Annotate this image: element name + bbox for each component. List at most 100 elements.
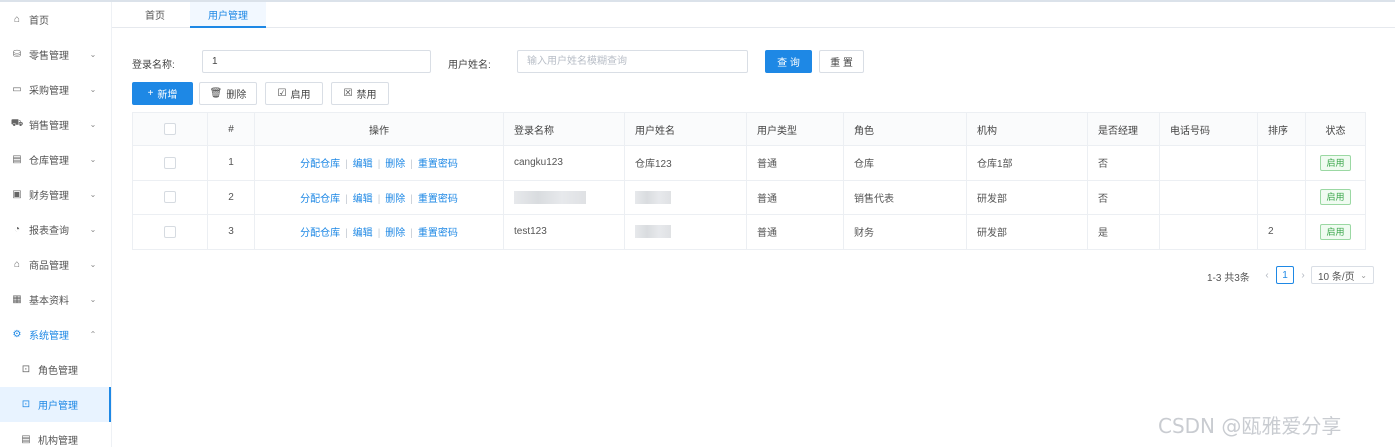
page-number-button[interactable]: 1: [1276, 266, 1294, 284]
table-row: 2 分配仓库 | 编辑 | 删除 | 重置密码 普通 销售代表 研发部 否 启用: [132, 179, 1366, 216]
edit-link[interactable]: 编辑: [353, 194, 373, 205]
login-name-cell: [503, 179, 625, 216]
row-checkbox[interactable]: [164, 225, 176, 238]
sidebar: ⌂ 首页 ⛁ 零售管理 ⌄ ▭ 采购管理 ⌄ ⛟ 销售管理 ⌄ ▤ 仓库管理 ⌄…: [0, 2, 112, 447]
sidebar-item-label: 角色管理: [38, 366, 78, 377]
user-name-cell: 仓库123: [624, 145, 747, 181]
select-all-cell: [132, 112, 208, 146]
sidebar-item-purchase[interactable]: ▭ 采购管理 ⌄: [0, 72, 111, 107]
assign-warehouse-link[interactable]: 分配仓库: [300, 228, 340, 239]
row-actions: 分配仓库 | 编辑 | 删除 | 重置密码: [254, 179, 504, 216]
login-name-label: 登录名称:: [132, 60, 175, 71]
org-cell: 研发部: [966, 179, 1088, 216]
sidebar-item-user[interactable]: ⊡ 用户管理: [0, 387, 111, 422]
column-header: 状态: [1305, 112, 1366, 146]
column-header: #: [207, 112, 255, 146]
sidebar-item-label: 基本资料: [29, 296, 69, 307]
sidebar-item-retail[interactable]: ⛁ 零售管理 ⌄: [0, 37, 111, 72]
delete-link[interactable]: 删除: [385, 194, 405, 205]
sidebar-item-org[interactable]: ▤ 机构管理: [0, 422, 111, 447]
divider: |: [410, 228, 413, 240]
column-header: 操作: [254, 112, 504, 146]
sidebar-item-warehouse[interactable]: ▤ 仓库管理 ⌄: [0, 142, 111, 177]
warehouse-icon: ▤: [12, 154, 22, 165]
divider: |: [345, 159, 348, 171]
tab-home[interactable]: 首页: [130, 2, 180, 27]
login-name-cell: cangku123: [503, 145, 625, 181]
delete-button[interactable]: 🗑 删除: [199, 82, 257, 105]
divider: |: [345, 193, 348, 205]
sidebar-item-home[interactable]: ⌂ 首页: [0, 2, 111, 37]
manager-cell: 否: [1087, 145, 1160, 181]
reset-password-link[interactable]: 重置密码: [418, 194, 458, 205]
query-button[interactable]: 查 询: [765, 50, 812, 73]
sidebar-item-label: 报表查询: [29, 226, 69, 237]
row-checkbox[interactable]: [164, 156, 176, 169]
chevron-down-icon: ⌄: [89, 260, 97, 269]
user-name-cell: [624, 214, 747, 250]
role-icon: ⊡: [21, 364, 31, 375]
manager-cell: 否: [1087, 179, 1160, 216]
home-icon: ⌂: [13, 14, 21, 25]
sidebar-item-basic-data[interactable]: ▦ 基本资料 ⌄: [0, 282, 111, 317]
chevron-down-icon: ⌄: [89, 225, 97, 234]
enable-button[interactable]: ☑ 启用: [265, 82, 323, 105]
assign-warehouse-link[interactable]: 分配仓库: [300, 194, 340, 205]
finance-icon: ▣: [12, 189, 22, 200]
chevron-down-icon: ⌄: [89, 295, 97, 304]
delete-link[interactable]: 删除: [385, 228, 405, 239]
sidebar-item-label: 仓库管理: [29, 156, 69, 167]
username-input[interactable]: [517, 50, 748, 73]
phone-cell: [1159, 179, 1258, 216]
status-cell: 启用: [1305, 214, 1366, 250]
select-all-checkbox[interactable]: [164, 123, 176, 135]
row-select-cell: [132, 179, 208, 216]
user-type-cell: 普通: [746, 145, 844, 181]
tab-bar: 首页 用户管理: [112, 2, 1395, 28]
chevron-down-icon: ⌄: [1360, 270, 1367, 280]
user-name-cell: [624, 179, 747, 216]
sidebar-item-role[interactable]: ⊡ 角色管理: [0, 352, 111, 387]
disable-button[interactable]: ☒ 禁用: [331, 82, 389, 105]
prev-page-icon[interactable]: ‹: [1260, 266, 1274, 284]
table-row: 1 分配仓库 | 编辑 | 删除 | 重置密码 cangku123 仓库123 普通 仓库 …: [132, 145, 1366, 181]
page-size-select[interactable]: 10 条/页 ⌄: [1311, 266, 1374, 284]
retail-icon: ⛁: [12, 49, 22, 60]
divider: |: [345, 228, 348, 240]
status-badge: 启用: [1320, 189, 1351, 206]
edit-link[interactable]: 编辑: [353, 159, 373, 170]
login-name-input[interactable]: [202, 50, 431, 73]
org-cell: 仓库1部: [966, 145, 1088, 181]
sidebar-item-system[interactable]: ⚙ 系统管理 ⌃: [0, 317, 111, 352]
reset-password-link[interactable]: 重置密码: [418, 159, 458, 170]
sidebar-item-goods[interactable]: ⌂ 商品管理 ⌄: [0, 247, 111, 282]
org-icon: ▤: [21, 434, 31, 445]
reset-button[interactable]: 重 置: [819, 50, 864, 73]
sidebar-item-sales[interactable]: ⛟ 销售管理 ⌄: [0, 107, 111, 142]
sidebar-item-label: 首页: [29, 16, 49, 27]
goods-icon: ⌂: [13, 259, 21, 270]
next-page-icon[interactable]: ›: [1296, 266, 1310, 284]
user-type-cell: 普通: [746, 214, 844, 250]
redacted-user-name: [635, 225, 671, 239]
sidebar-item-reports[interactable]: ◔ 报表查询 ⌄: [0, 212, 111, 247]
reset-password-link[interactable]: 重置密码: [418, 228, 458, 239]
tab-user-management[interactable]: 用户管理: [190, 2, 266, 28]
assign-warehouse-link[interactable]: 分配仓库: [300, 159, 340, 170]
edit-link[interactable]: 编辑: [353, 228, 373, 239]
divider: |: [377, 193, 381, 205]
role-cell: 仓库: [843, 145, 967, 181]
username-label: 用户姓名:: [448, 60, 491, 71]
chevron-down-icon: ⌄: [89, 155, 97, 164]
plus-icon: +: [147, 88, 154, 99]
login-name-cell: test123: [503, 214, 625, 250]
chevron-down-icon: ⌄: [89, 190, 97, 199]
row-checkbox[interactable]: [164, 191, 176, 204]
add-button[interactable]: + 新增: [132, 82, 193, 105]
chevron-down-icon: ⌄: [89, 50, 97, 59]
role-cell: 销售代表: [843, 179, 967, 216]
sidebar-item-finance[interactable]: ▣ 财务管理 ⌄: [0, 177, 111, 212]
redacted-login-name: [514, 190, 586, 204]
delete-link[interactable]: 删除: [385, 159, 405, 170]
sidebar-item-label: 系统管理: [29, 331, 69, 342]
